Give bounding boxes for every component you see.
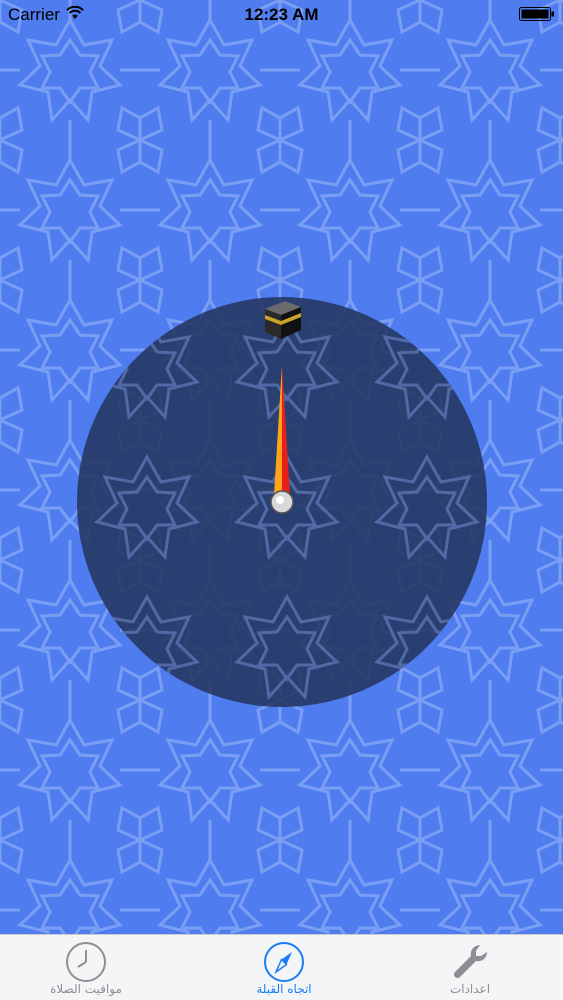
status-bar: Carrier 12:23 AM [0,0,563,30]
tab-settings[interactable]: اعدادات [400,935,540,1000]
tab-qibla[interactable]: اتجاه القبلة [214,935,354,1000]
tab-prayer-times[interactable]: مواقيت الصلاة [16,935,156,1000]
compass-icon [264,942,304,982]
tab-bar: مواقيت الصلاة اتجاه القبلة اعدادات [0,934,563,1000]
tab-label-prayer-times: مواقيت الصلاة [50,982,122,996]
tab-label-settings: اعدادات [449,982,491,996]
clock-icon [66,942,106,982]
wrench-icon [453,944,488,979]
status-time: 12:23 AM [244,5,319,24]
tab-label-qibla: اتجاه القبلة [256,982,312,996]
qibla-compass [77,297,487,707]
qibla-screen: Carrier 12:23 AM مواقيت الصلاة اتجاه الق… [0,0,563,1000]
battery-icon [519,7,554,21]
